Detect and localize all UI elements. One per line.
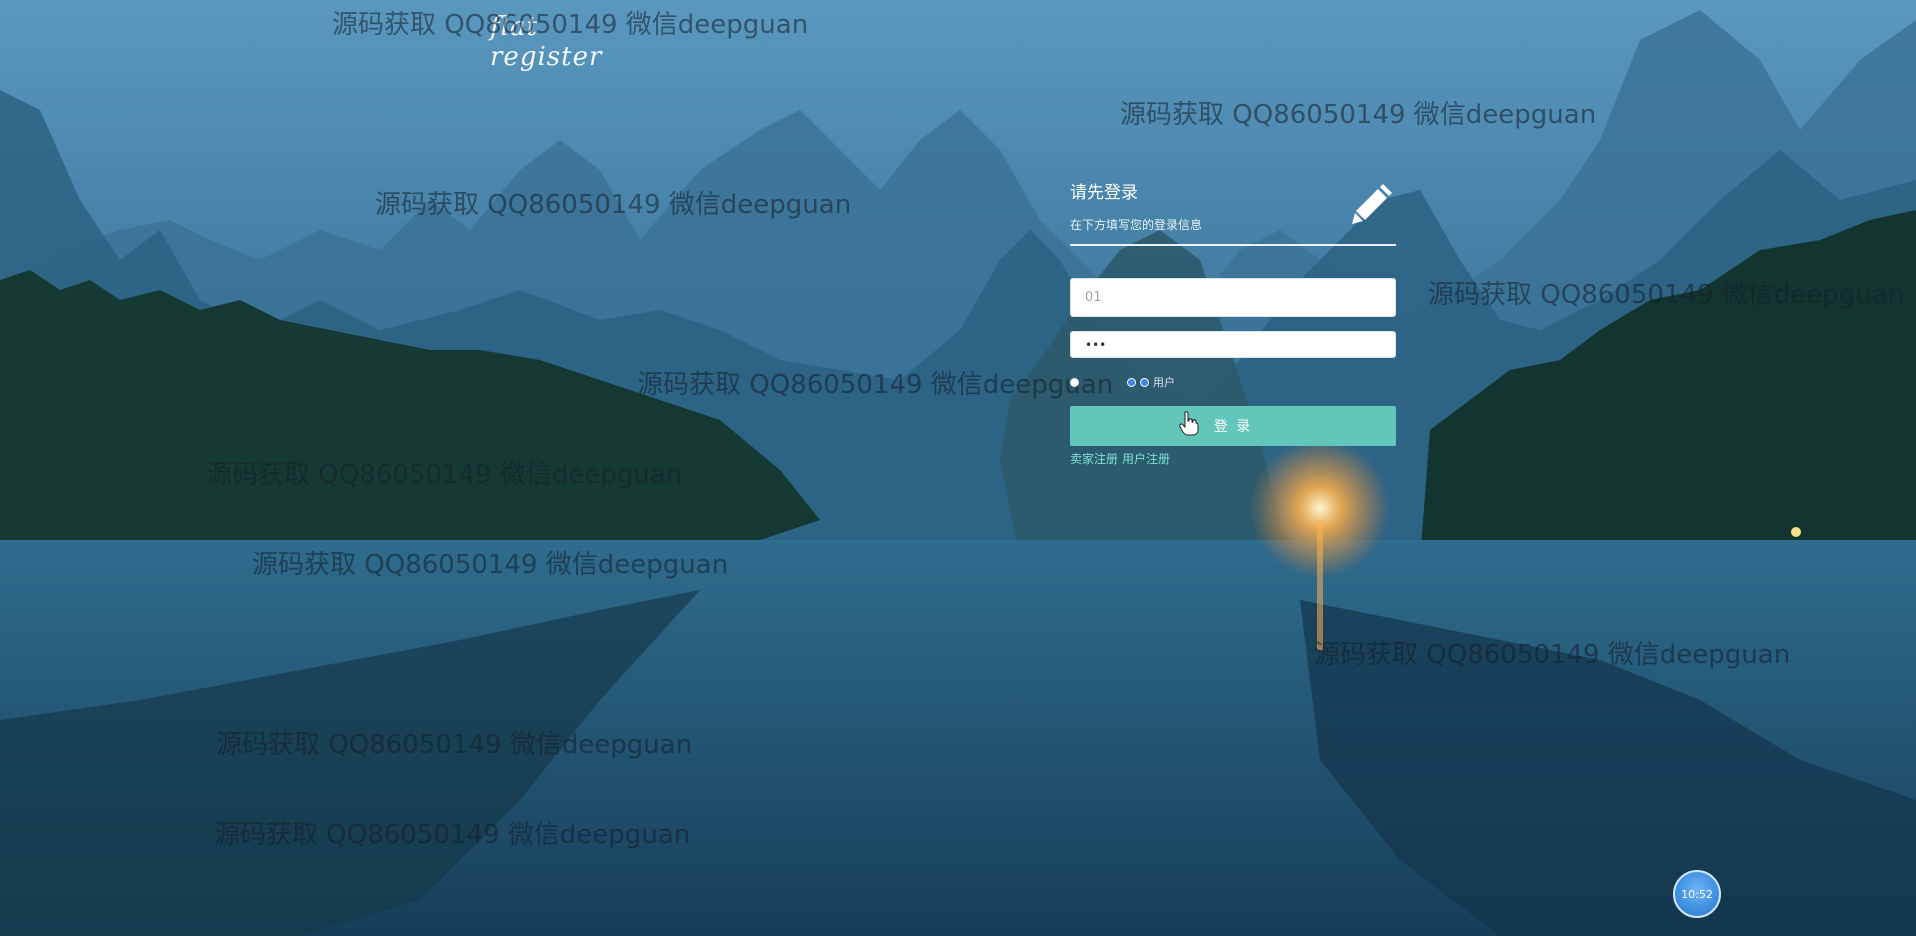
- login-subtitle: 在下方填写您的登录信息: [1070, 218, 1203, 232]
- login-header: 请先登录 在下方填写您的登录信息: [1070, 178, 1396, 246]
- login-button[interactable]: 登 录: [1070, 406, 1396, 446]
- login-panel: 请先登录 在下方填写您的登录信息: [1070, 178, 1396, 246]
- username-field[interactable]: 01: [1070, 278, 1396, 317]
- register-links: 卖家注册 用户注册: [1070, 450, 1170, 467]
- hand-cursor-icon: [1179, 411, 1199, 436]
- pencil-icon: [1352, 184, 1392, 224]
- role-radio-user-active[interactable]: [1140, 377, 1149, 387]
- landscape-illustration: [0, 0, 1916, 936]
- background-landscape: [0, 0, 1916, 936]
- seller-register-link[interactable]: 卖家注册: [1070, 450, 1118, 467]
- clock-badge[interactable]: 10:52: [1673, 870, 1721, 918]
- role-radio-seller[interactable]: [1070, 377, 1079, 387]
- role-radio-user[interactable]: [1127, 377, 1136, 387]
- password-field[interactable]: •••: [1070, 331, 1396, 358]
- login-title: 请先登录: [1070, 183, 1138, 203]
- user-register-link[interactable]: 用户注册: [1122, 450, 1170, 467]
- role-selector: 卖家 用户: [1070, 374, 1175, 390]
- role-label-seller: 卖家: [1083, 374, 1123, 390]
- role-label-user: 用户: [1153, 376, 1175, 389]
- site-logo: flat register: [490, 12, 603, 72]
